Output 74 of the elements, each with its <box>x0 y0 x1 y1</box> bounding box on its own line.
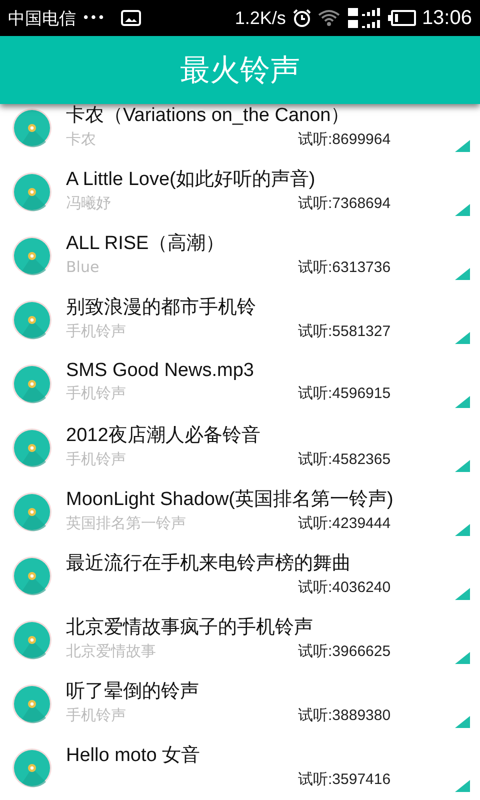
ringtone-item[interactable]: A Little Love(如此好听的声音) 冯曦妤 试听:7368694 <box>0 160 480 224</box>
ringtone-item[interactable]: SMS Good News.mp3 手机铃声 试听:4596915 <box>0 352 480 416</box>
battery-icon <box>388 10 416 26</box>
artist-name: 英国排名第一铃声 <box>66 514 187 532</box>
ringtone-item[interactable]: 最近流行在手机来电铃声榜的舞曲 试听:4036240 <box>0 544 480 608</box>
disc-icon <box>12 748 52 788</box>
ringtone-item[interactable]: 别致浪漫的都市手机铃 手机铃声 试听:5581327 <box>0 288 480 352</box>
disc-icon <box>12 364 52 404</box>
ringtone-title: 最近流行在手机来电铃声榜的舞曲 <box>66 552 352 576</box>
ringtone-item[interactable]: 北京爱情故事疯子的手机铃声 北京爱情故事 试听:3966625 <box>0 608 480 672</box>
ringtone-item[interactable]: MoonLight Shadow(英国排名第一铃声) 英国排名第一铃声 试听:4239444 <box>0 480 480 544</box>
play-count: 试听:8699964 <box>298 130 391 148</box>
disc-icon <box>12 556 52 596</box>
ringtone-title: 听了晕倒的铃声 <box>66 680 200 704</box>
artist-name: 手机铃声 <box>66 706 127 724</box>
disc-icon <box>12 300 52 340</box>
page-title: 最火铃声 <box>180 52 300 90</box>
corner-triangle-icon <box>455 204 470 216</box>
artist-name: 北京爱情故事 <box>66 642 157 660</box>
alarm-icon <box>292 8 312 28</box>
ringtone-title: Hello moto 女音 <box>66 744 202 768</box>
disc-icon <box>12 684 52 724</box>
ringtone-title: 别致浪漫的都市手机铃 <box>66 296 257 320</box>
play-count: 试听:4596915 <box>298 384 391 402</box>
artist-name: 手机铃声 <box>66 322 127 340</box>
play-count: 试听:3597416 <box>298 770 391 788</box>
disc-icon <box>12 428 52 468</box>
ringtone-item[interactable]: Hello moto 女音 试听:3597416 <box>0 736 480 800</box>
disc-icon <box>12 108 52 148</box>
disc-icon <box>12 620 52 660</box>
corner-triangle-icon <box>455 716 470 728</box>
wifi-icon <box>318 9 340 27</box>
artist-name: 手机铃声 <box>66 450 127 468</box>
network-speed: 1.2K/s <box>234 8 286 28</box>
ringtone-item[interactable]: 听了晕倒的铃声 手机铃声 试听:3889380 <box>0 672 480 736</box>
artist-name: 卡农 <box>66 130 97 148</box>
ringtone-title: SMS Good News.mp3 <box>66 360 255 382</box>
play-count: 试听:3966625 <box>298 642 391 660</box>
disc-icon <box>12 236 52 276</box>
play-count: 试听:7368694 <box>298 194 391 212</box>
play-count: 试听:4239444 <box>298 514 391 532</box>
ringtone-title: 北京爱情故事疯子的手机铃声 <box>66 616 314 640</box>
ringtone-title: MoonLight Shadow(英国排名第一铃声) <box>66 488 394 512</box>
artist-name: Blue <box>66 258 100 276</box>
clock: 13:06 <box>422 6 472 30</box>
play-count: 试听:6313736 <box>298 258 391 276</box>
ringtone-item[interactable]: ALL RISE（高潮） Blue 试听:6313736 <box>0 224 480 288</box>
corner-triangle-icon <box>455 460 470 472</box>
ringtone-title: 卡农（Variations on_the Canon） <box>66 104 351 128</box>
ringtone-title: A Little Love(如此好听的声音) <box>66 168 316 192</box>
ringtone-item[interactable]: 2012夜店潮人必备铃音 手机铃声 试听:4582365 <box>0 416 480 480</box>
image-icon <box>121 10 142 26</box>
artist-name: 冯曦妤 <box>66 194 112 212</box>
corner-triangle-icon <box>455 588 470 600</box>
disc-icon <box>12 172 52 212</box>
artist-name: 手机铃声 <box>66 384 127 402</box>
ringtone-title: ALL RISE（高潮） <box>66 232 226 256</box>
corner-triangle-icon <box>455 140 470 152</box>
ringtone-item[interactable]: 卡农（Variations on_the Canon） 卡农 试听:8699964 <box>0 104 480 160</box>
signal-icon <box>346 6 382 30</box>
corner-triangle-icon <box>455 396 470 408</box>
play-count: 试听:5581327 <box>298 322 391 340</box>
corner-triangle-icon <box>455 268 470 280</box>
disc-icon <box>12 492 52 532</box>
corner-triangle-icon <box>455 652 470 664</box>
ringtone-title: 2012夜店潮人必备铃音 <box>66 424 262 448</box>
corner-triangle-icon <box>455 780 470 792</box>
corner-triangle-icon <box>455 524 470 536</box>
notification-dots: ••• <box>82 10 106 26</box>
carrier-name: 中国电信 <box>8 8 76 30</box>
play-count: 试听:3889380 <box>298 706 391 724</box>
corner-triangle-icon <box>455 332 470 344</box>
play-count: 试听:4582365 <box>298 450 391 468</box>
play-count: 试听:4036240 <box>298 578 391 596</box>
